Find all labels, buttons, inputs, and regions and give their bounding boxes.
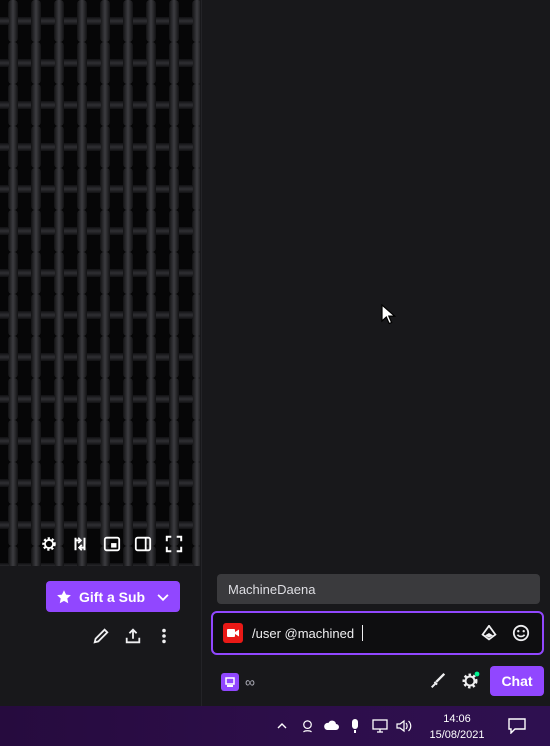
emote-picker-icon[interactable] xyxy=(511,623,531,643)
gift-a-sub-label: Gift a Sub xyxy=(79,588,146,605)
taskbar-clock[interactable]: 14:06 15/08/2021 xyxy=(420,711,494,743)
mouse-cursor-icon xyxy=(381,303,397,331)
share-icon[interactable] xyxy=(122,625,144,647)
chat-settings-icon[interactable] xyxy=(459,670,481,692)
moderator-sword-icon[interactable] xyxy=(427,670,449,692)
channel-points-value: ∞ xyxy=(245,674,255,690)
channel-points-icon xyxy=(221,673,239,691)
theatre-mode-icon[interactable] xyxy=(132,533,154,555)
volume-icon[interactable] xyxy=(396,718,412,734)
fullscreen-icon[interactable] xyxy=(163,533,185,555)
camera-icon xyxy=(223,623,243,643)
chat-messages-area[interactable] xyxy=(201,0,550,565)
clip-icon[interactable] xyxy=(69,533,91,555)
miniplayer-icon[interactable] xyxy=(101,533,123,555)
send-chat-button[interactable]: Chat xyxy=(490,666,544,696)
more-icon[interactable] xyxy=(153,625,175,647)
meet-now-icon[interactable] xyxy=(299,718,315,734)
bits-icon[interactable] xyxy=(479,623,499,643)
network-icon[interactable] xyxy=(372,718,388,734)
channel-points-button[interactable]: ∞ xyxy=(221,672,255,692)
woven-mesh-image xyxy=(0,0,200,566)
cloud-icon[interactable] xyxy=(323,718,339,734)
edit-icon[interactable] xyxy=(90,625,112,647)
gift-a-sub-button[interactable]: Gift a Sub xyxy=(46,581,180,612)
username-suggestion[interactable]: MachineDaena xyxy=(217,574,540,604)
video-player[interactable] xyxy=(0,0,200,566)
clock-date: 15/08/2021 xyxy=(429,729,485,741)
microphone-icon[interactable] xyxy=(347,718,363,734)
chevron-down-icon xyxy=(156,590,170,604)
notifications-icon[interactable] xyxy=(506,716,528,736)
username-suggestion-label: MachineDaena xyxy=(228,581,316,597)
text-caret xyxy=(362,625,363,641)
clock-time: 14:06 xyxy=(443,713,471,725)
chevron-up-icon[interactable] xyxy=(274,718,290,734)
settings-icon[interactable] xyxy=(38,533,60,555)
star-icon xyxy=(56,589,72,605)
